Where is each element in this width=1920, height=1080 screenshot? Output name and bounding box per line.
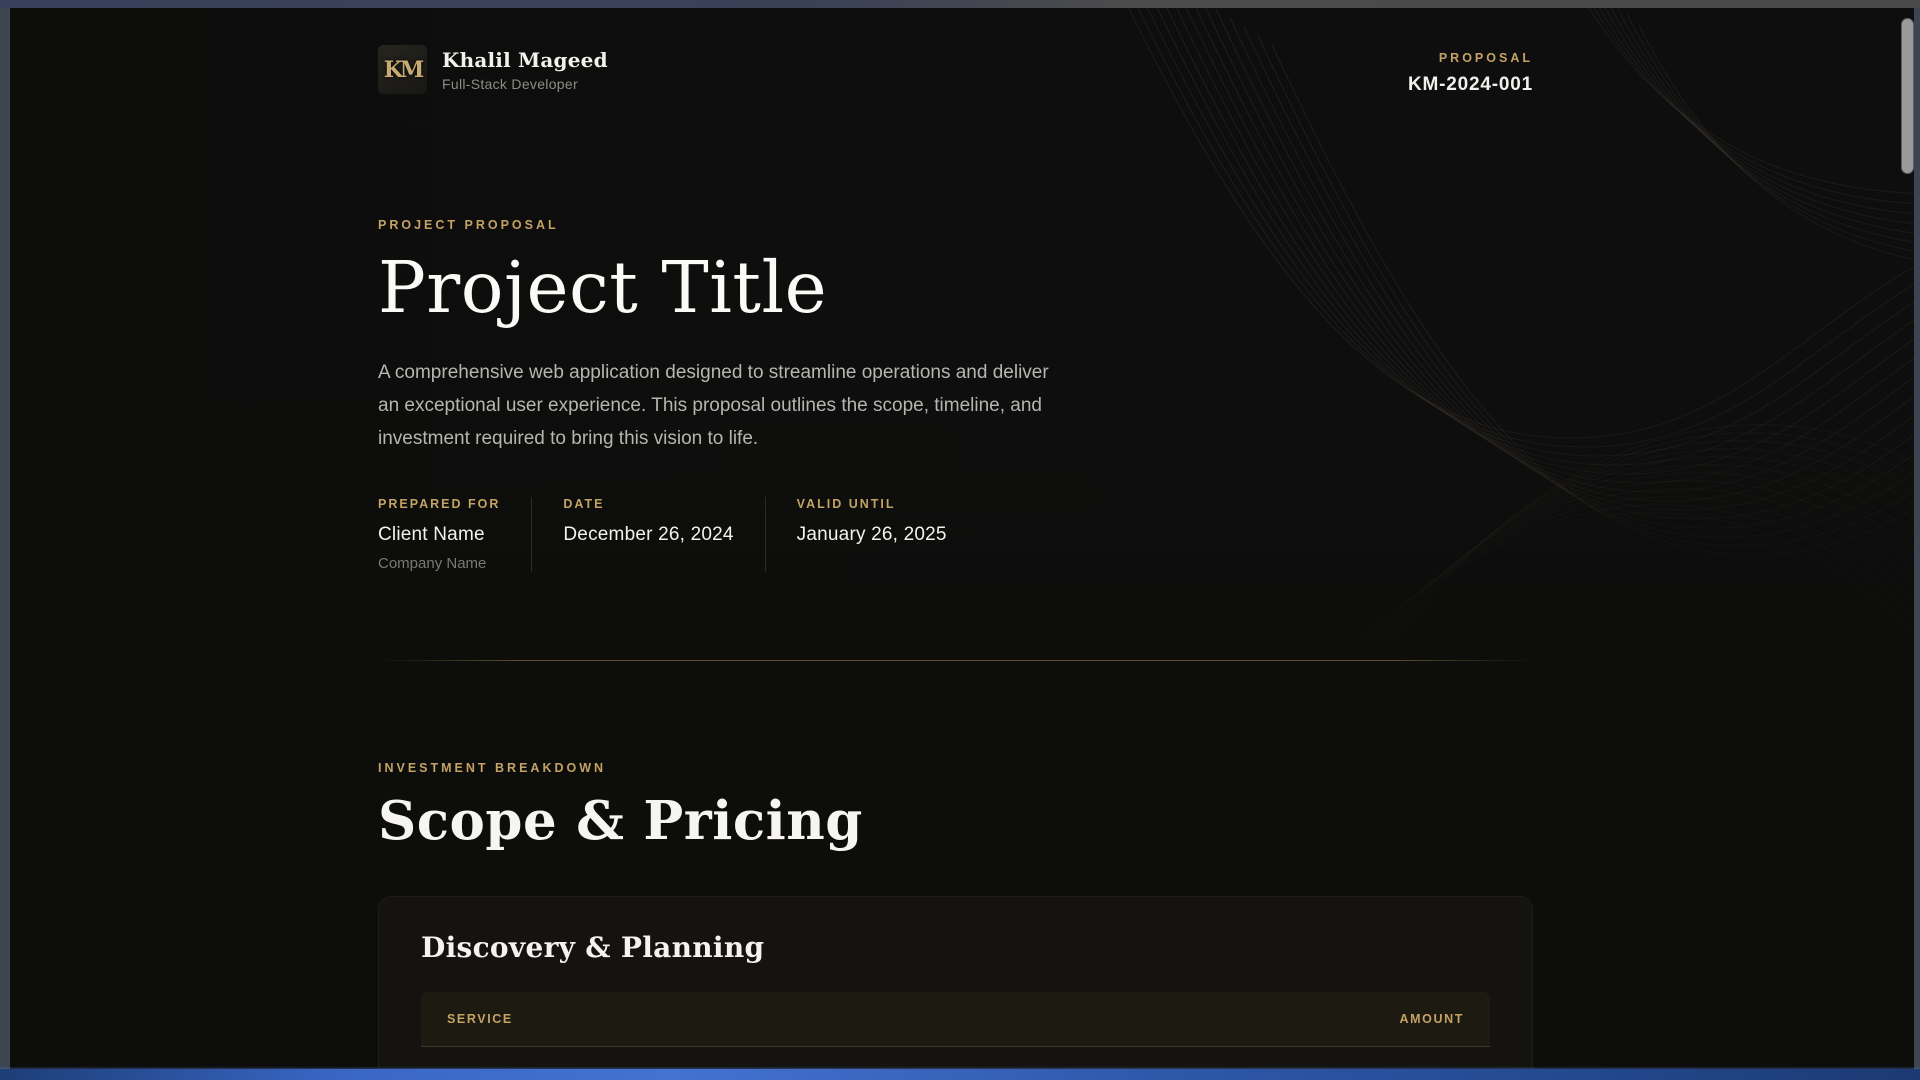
meta-date: DATE December 26, 2024 bbox=[531, 497, 733, 572]
valid-until-date: January 26, 2025 bbox=[797, 524, 947, 546]
company-name: Company Name bbox=[378, 555, 500, 572]
scrollbar-thumb[interactable] bbox=[1901, 18, 1914, 174]
hero-eyebrow: PROJECT PROPOSAL bbox=[378, 218, 1533, 232]
page-title: Project Title bbox=[378, 249, 1533, 327]
pricing-section: INVESTMENT BREAKDOWN Scope & Pricing Dis… bbox=[378, 661, 1533, 1070]
pricing-table-header: SERVICE AMOUNT bbox=[421, 992, 1490, 1047]
meta-label: DATE bbox=[563, 497, 733, 511]
brand-role: Full-Stack Developer bbox=[442, 76, 608, 92]
service-column-header: SERVICE bbox=[447, 1012, 513, 1026]
proposal-page: KM Khalil Mageed Full-Stack Developer PR… bbox=[10, 8, 1914, 1070]
hero-description: A comprehensive web application designed… bbox=[378, 356, 1068, 455]
meta-valid-until: VALID UNTIL January 26, 2025 bbox=[765, 497, 947, 572]
proposal-label: PROPOSAL bbox=[1408, 51, 1533, 65]
proposal-meta-row: PREPARED FOR Client Name Company Name DA… bbox=[378, 497, 1533, 572]
page-header: KM Khalil Mageed Full-Stack Developer PR… bbox=[378, 8, 1533, 96]
proposal-number-block: PROPOSAL KM-2024-001 bbox=[1408, 45, 1533, 96]
pricing-title: Scope & Pricing bbox=[378, 791, 1533, 852]
proposal-date: December 26, 2024 bbox=[563, 524, 733, 546]
amount-column-header: AMOUNT bbox=[1400, 1012, 1464, 1026]
client-name: Client Name bbox=[378, 524, 500, 546]
brand-name: Khalil Mageed bbox=[442, 48, 608, 72]
pricing-card-title: Discovery & Planning bbox=[421, 931, 1490, 964]
window-frame-top bbox=[0, 0, 1920, 8]
pricing-card: Discovery & Planning SERVICE AMOUNT Requ… bbox=[378, 896, 1533, 1070]
km-logo-icon: KM bbox=[378, 45, 427, 94]
table-row: Requirements Analysis & Documentation bbox=[421, 1047, 1490, 1070]
meta-prepared-for: PREPARED FOR Client Name Company Name bbox=[378, 497, 500, 572]
pricing-eyebrow: INVESTMENT BREAKDOWN bbox=[378, 761, 1533, 775]
proposal-number: KM-2024-001 bbox=[1408, 74, 1533, 96]
hero-section: PROJECT PROPOSAL Project Title A compreh… bbox=[378, 96, 1533, 572]
brand: KM Khalil Mageed Full-Stack Developer bbox=[378, 45, 608, 94]
bottom-blue-strip bbox=[0, 1069, 1920, 1080]
meta-label: VALID UNTIL bbox=[797, 497, 947, 511]
meta-label: PREPARED FOR bbox=[378, 497, 500, 511]
